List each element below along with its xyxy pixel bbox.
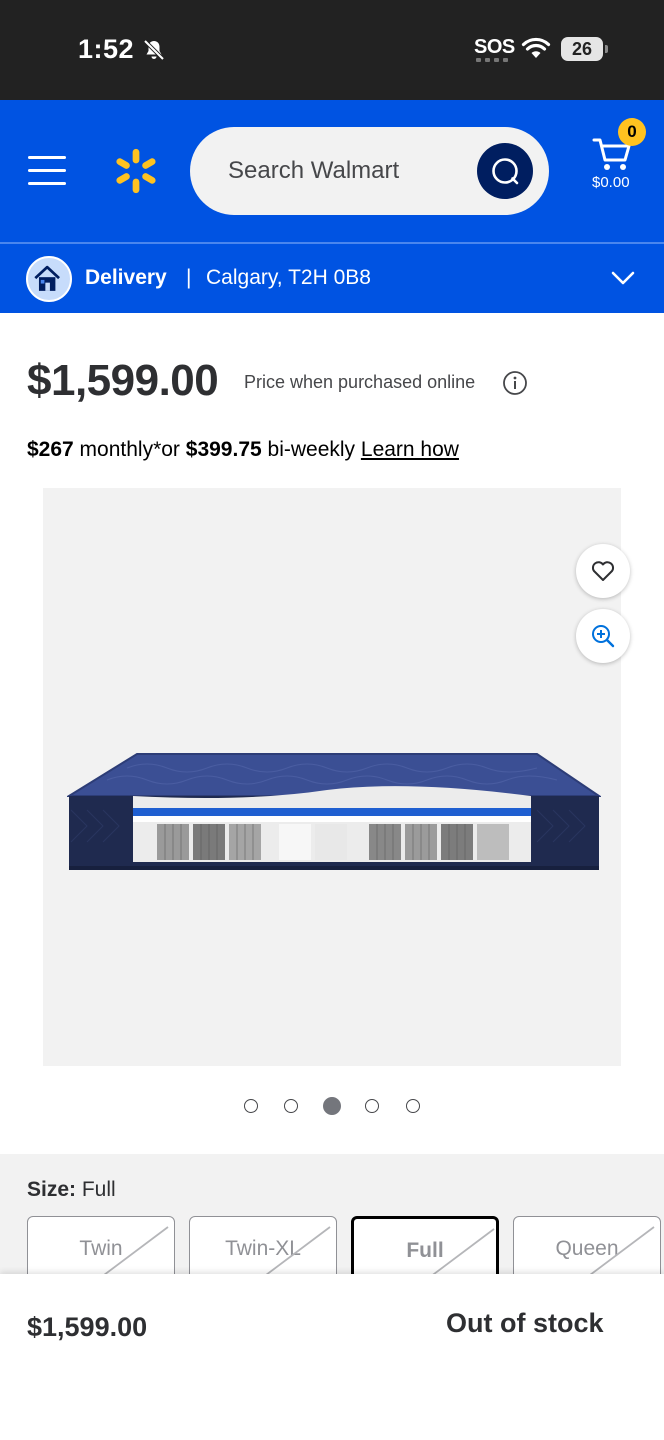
signal-dots-icon — [476, 58, 508, 62]
product-price: $1,599.00 — [27, 356, 219, 405]
delivery-label: Delivery — [85, 266, 167, 289]
product-page: 1:52 SOS 26 Search Walmart 0 $0.00 Deliv… — [0, 0, 664, 1440]
product-image[interactable] — [43, 488, 621, 1066]
financing-text: $267 monthly*or $399.75 bi-weekly Learn … — [27, 438, 459, 462]
status-time: 1:52 — [78, 34, 135, 64]
delivery-location-bar[interactable]: Delivery | Calgary, T2H 0B8 — [0, 242, 664, 313]
sos-indicator: SOS — [474, 36, 515, 58]
biweekly-amount: $399.75 — [185, 438, 262, 461]
selected-size: Full — [81, 1178, 116, 1201]
cart-total: $0.00 — [592, 174, 630, 191]
monthly-text: monthly*or — [73, 438, 186, 461]
search-icon — [492, 158, 519, 185]
delivery-separator: | — [186, 266, 192, 289]
status-bar: 1:52 SOS 26 — [0, 0, 664, 100]
size-selector: Size: Full Twin Twin-XL Full Queen — [0, 1154, 664, 1286]
walmart-spark-logo[interactable] — [112, 146, 160, 196]
carousel-dot[interactable] — [284, 1099, 298, 1113]
search-bar — [190, 127, 549, 215]
house-icon — [26, 256, 72, 302]
heart-icon — [591, 561, 615, 581]
carousel-dot[interactable] — [244, 1099, 258, 1113]
wifi-icon — [521, 37, 551, 58]
bell-muted-icon — [143, 39, 165, 61]
sticky-purchase-bar: $1,599.00 Out of stock — [0, 1274, 664, 1440]
learn-how-link[interactable]: Learn how — [361, 438, 459, 461]
search-button[interactable] — [477, 143, 533, 199]
delivery-location: Calgary, T2H 0B8 — [206, 266, 371, 289]
cart-button[interactable]: 0 $0.00 — [588, 118, 648, 200]
app-header: 0 $0.00 — [0, 100, 664, 242]
search-input[interactable] — [228, 151, 468, 191]
carousel-dot[interactable] — [365, 1099, 379, 1113]
carousel-dot-active[interactable] — [323, 1097, 341, 1115]
mattress-image — [67, 753, 601, 870]
image-carousel-dots — [244, 1097, 424, 1115]
carousel-dot[interactable] — [406, 1099, 420, 1113]
battery-icon: 26 — [561, 37, 609, 61]
price-note: Price when purchased online — [244, 372, 476, 392]
zoom-in-icon — [592, 625, 615, 648]
cart-count-badge: 0 — [618, 118, 646, 146]
favorite-button[interactable] — [576, 544, 630, 598]
info-icon[interactable] — [502, 370, 528, 396]
stock-status: Out of stock — [446, 1308, 604, 1338]
battery-level: 26 — [561, 37, 603, 61]
zoom-button[interactable] — [576, 609, 630, 663]
sticky-price: $1,599.00 — [27, 1312, 148, 1342]
biweekly-text: bi-weekly — [261, 438, 361, 461]
chevron-down-icon — [611, 271, 635, 285]
monthly-amount: $267 — [27, 438, 74, 461]
size-label: Size: Full — [27, 1178, 116, 1201]
menu-button[interactable] — [28, 156, 66, 186]
